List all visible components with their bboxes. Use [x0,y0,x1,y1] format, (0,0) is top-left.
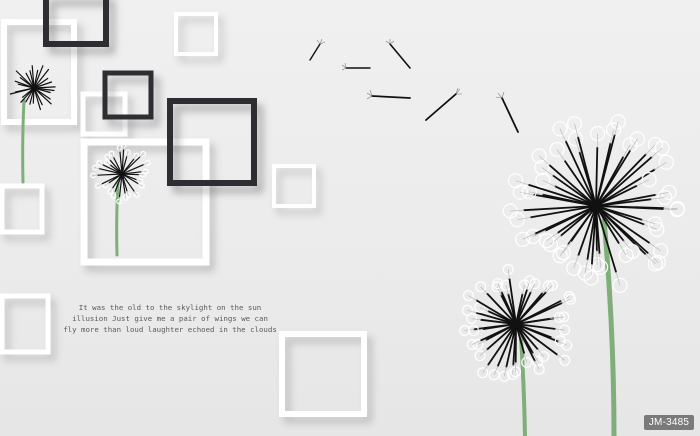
stem [21,98,26,184]
quote-line: fly more than loud laughter echoed in th… [63,325,277,334]
flying-seed [501,97,519,133]
dandelion-head [459,263,576,382]
dandelion-head [90,142,151,205]
flying-seed-tufts [316,38,505,100]
dark-frames [43,0,257,186]
white-frame [0,293,51,355]
dandelion-head [502,114,686,293]
flying-seed [389,43,411,69]
quote-line: illusion Just give me a pair of wings we… [72,314,268,323]
quote-line: It was the old to the skylight on the su… [78,303,262,312]
stem [601,217,617,436]
stem [115,180,120,257]
flying-seed [371,95,411,99]
stems [21,98,617,436]
quote-text: It was the old to the skylight on the su… [50,302,290,335]
white-frame [272,164,316,208]
white-frame [80,138,210,266]
flying-seed [309,43,321,61]
white-frame [279,331,367,417]
watermark-label: JM-3485 [644,415,694,430]
wallpaper-canvas: It was the old to the skylight on the su… [0,0,700,436]
white-frame [0,183,45,235]
dandelion-head [9,65,56,111]
white-frames [0,12,367,417]
artwork [0,0,686,436]
flying-seeds [309,43,519,133]
white-frame [174,12,218,56]
flying-seed [425,93,457,121]
white-frame [1,19,77,125]
